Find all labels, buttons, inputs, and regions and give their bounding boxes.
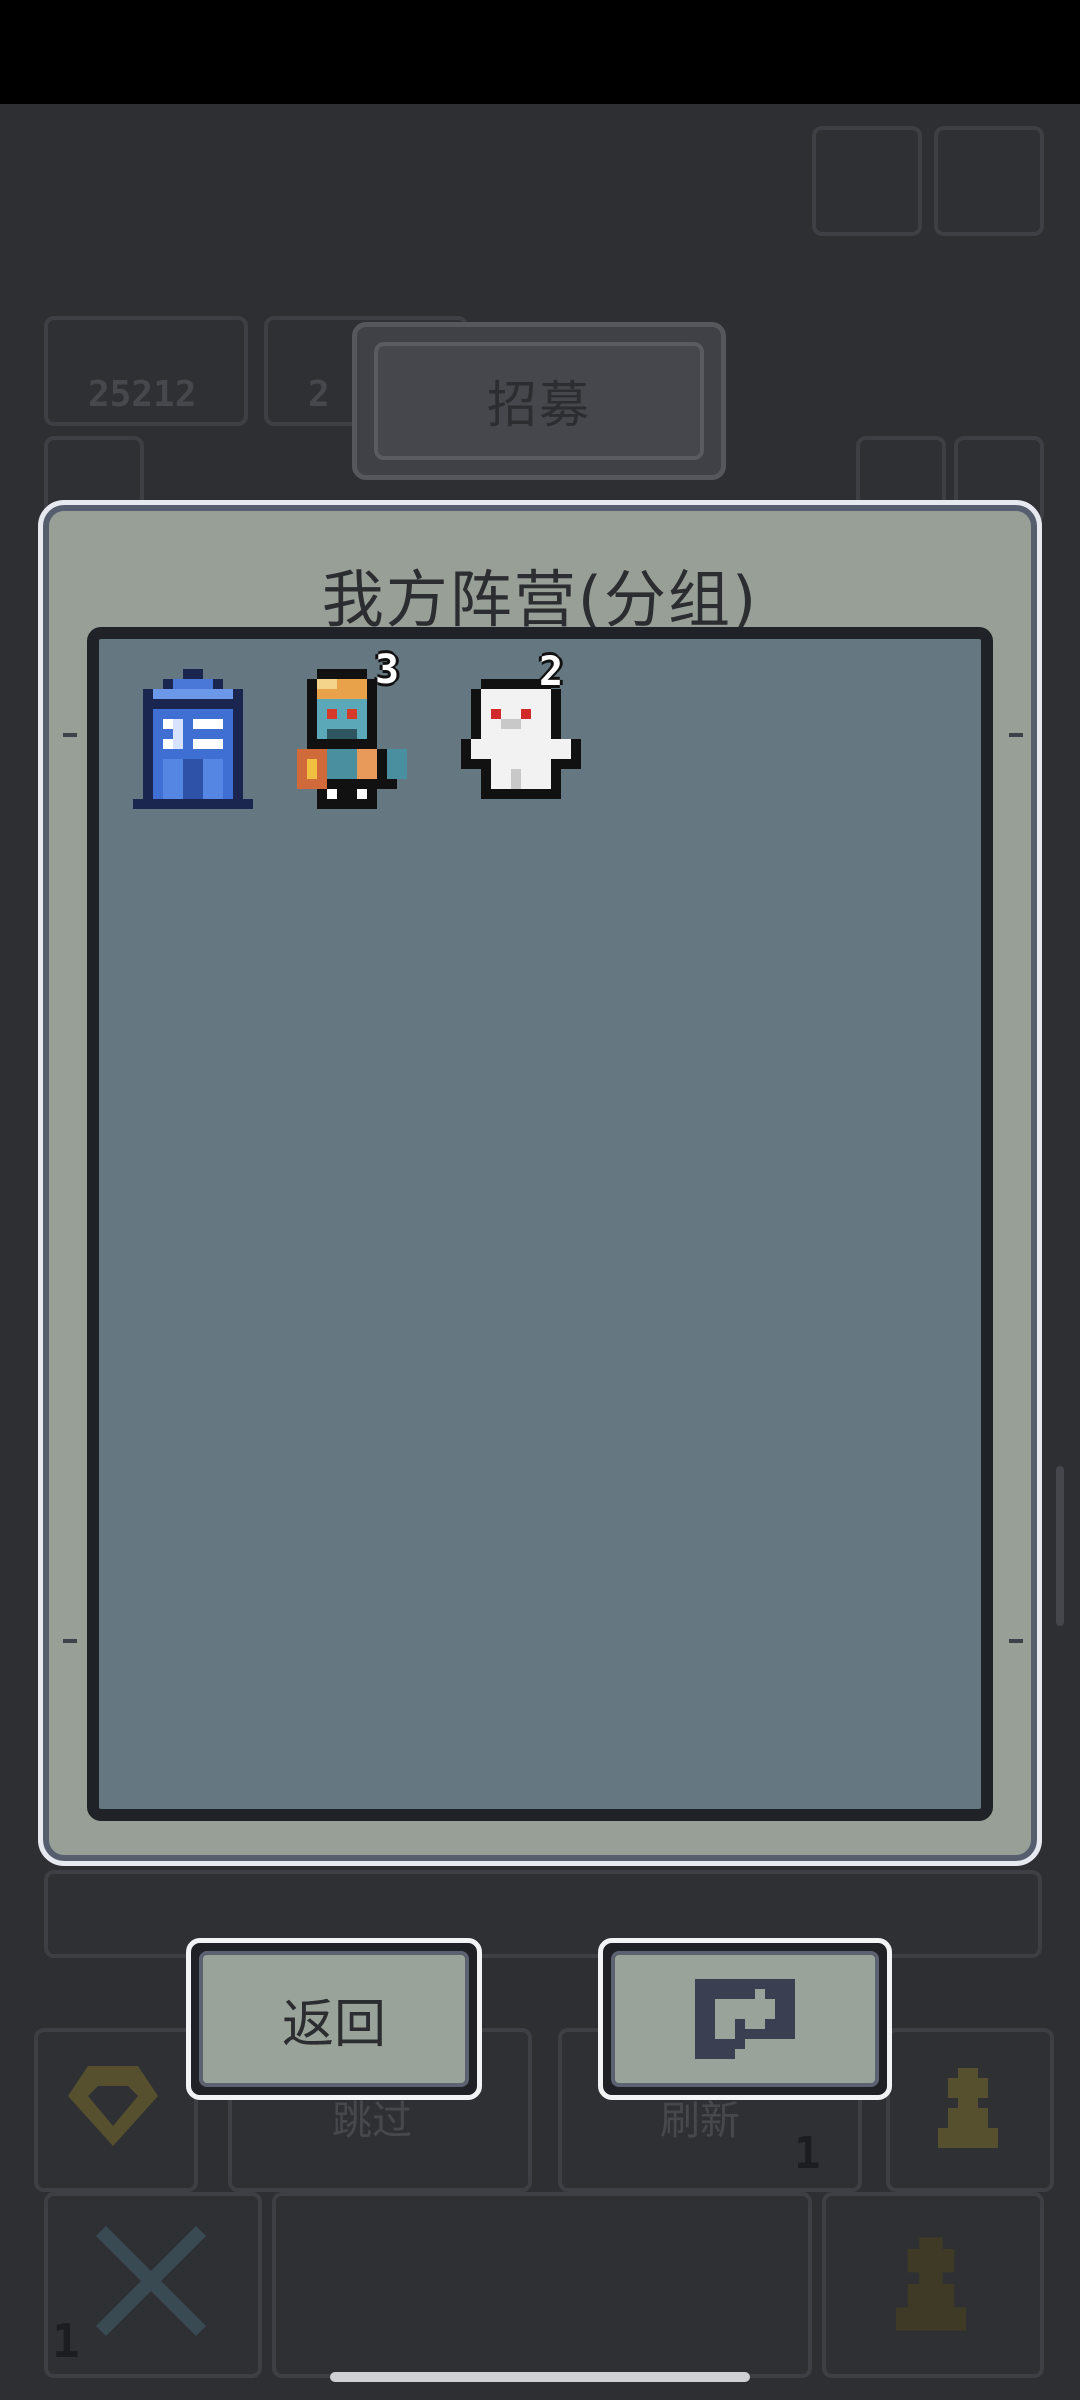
- unit-white-ghost[interactable]: 2: [461, 649, 601, 809]
- phone-booth-icon: [133, 669, 253, 809]
- status-bar: [0, 0, 1080, 104]
- bg-pawn-button-2: [822, 2192, 1044, 2378]
- frame-tick: [1009, 1639, 1023, 1643]
- recruit-tab[interactable]: 招募: [352, 322, 726, 480]
- bg-gem-shop-button: [34, 2028, 198, 2192]
- unit-grid: 3 2: [87, 627, 993, 1821]
- bg-dismiss-count: 1: [52, 2314, 80, 2368]
- bg-start-button: [272, 2192, 812, 2378]
- panel-title: 我方阵营(分组): [321, 563, 759, 636]
- bg-top-button-1: [812, 126, 922, 236]
- bg-x-icon: [96, 2226, 206, 2336]
- bg-gem-icon: [68, 2066, 158, 2146]
- bg-coin-value: 25212: [88, 374, 197, 415]
- our-camp-panel: 我方阵营(分组) 3 2: [38, 500, 1042, 1866]
- unit-level-badge: 2: [539, 649, 564, 695]
- bg-refresh-count: 1: [794, 2128, 821, 2179]
- bg-dismiss-button: 1: [44, 2192, 262, 2378]
- scrollbar[interactable]: [1056, 1466, 1064, 1626]
- frame-tick: [1009, 733, 1023, 737]
- bg-pawn-button: [886, 2028, 1054, 2192]
- unit-phone-booth[interactable]: [133, 669, 253, 809]
- recruit-tab-label: 招募: [374, 342, 704, 460]
- swap-button[interactable]: [598, 1938, 892, 2100]
- ghost-icon: [461, 679, 581, 799]
- bg-gem-value: 2: [308, 374, 330, 415]
- back-button-label: 返回: [199, 1951, 469, 2087]
- swap-button-face: [611, 1951, 879, 2087]
- unit-zombie-engineer[interactable]: 3: [287, 647, 427, 809]
- bg-coin-counter: 25212: [44, 316, 248, 426]
- unit-level-badge: 3: [375, 647, 400, 693]
- frame-tick: [63, 1639, 77, 1643]
- swap-arrows-icon: [695, 1979, 795, 2059]
- bg-pawn-icon: [938, 2068, 998, 2148]
- bg-pawn-icon-2: [896, 2237, 966, 2331]
- bg-top-button-2: [934, 126, 1044, 236]
- home-indicator[interactable]: [330, 2372, 750, 2382]
- back-button[interactable]: 返回: [186, 1938, 482, 2100]
- frame-tick: [63, 733, 77, 737]
